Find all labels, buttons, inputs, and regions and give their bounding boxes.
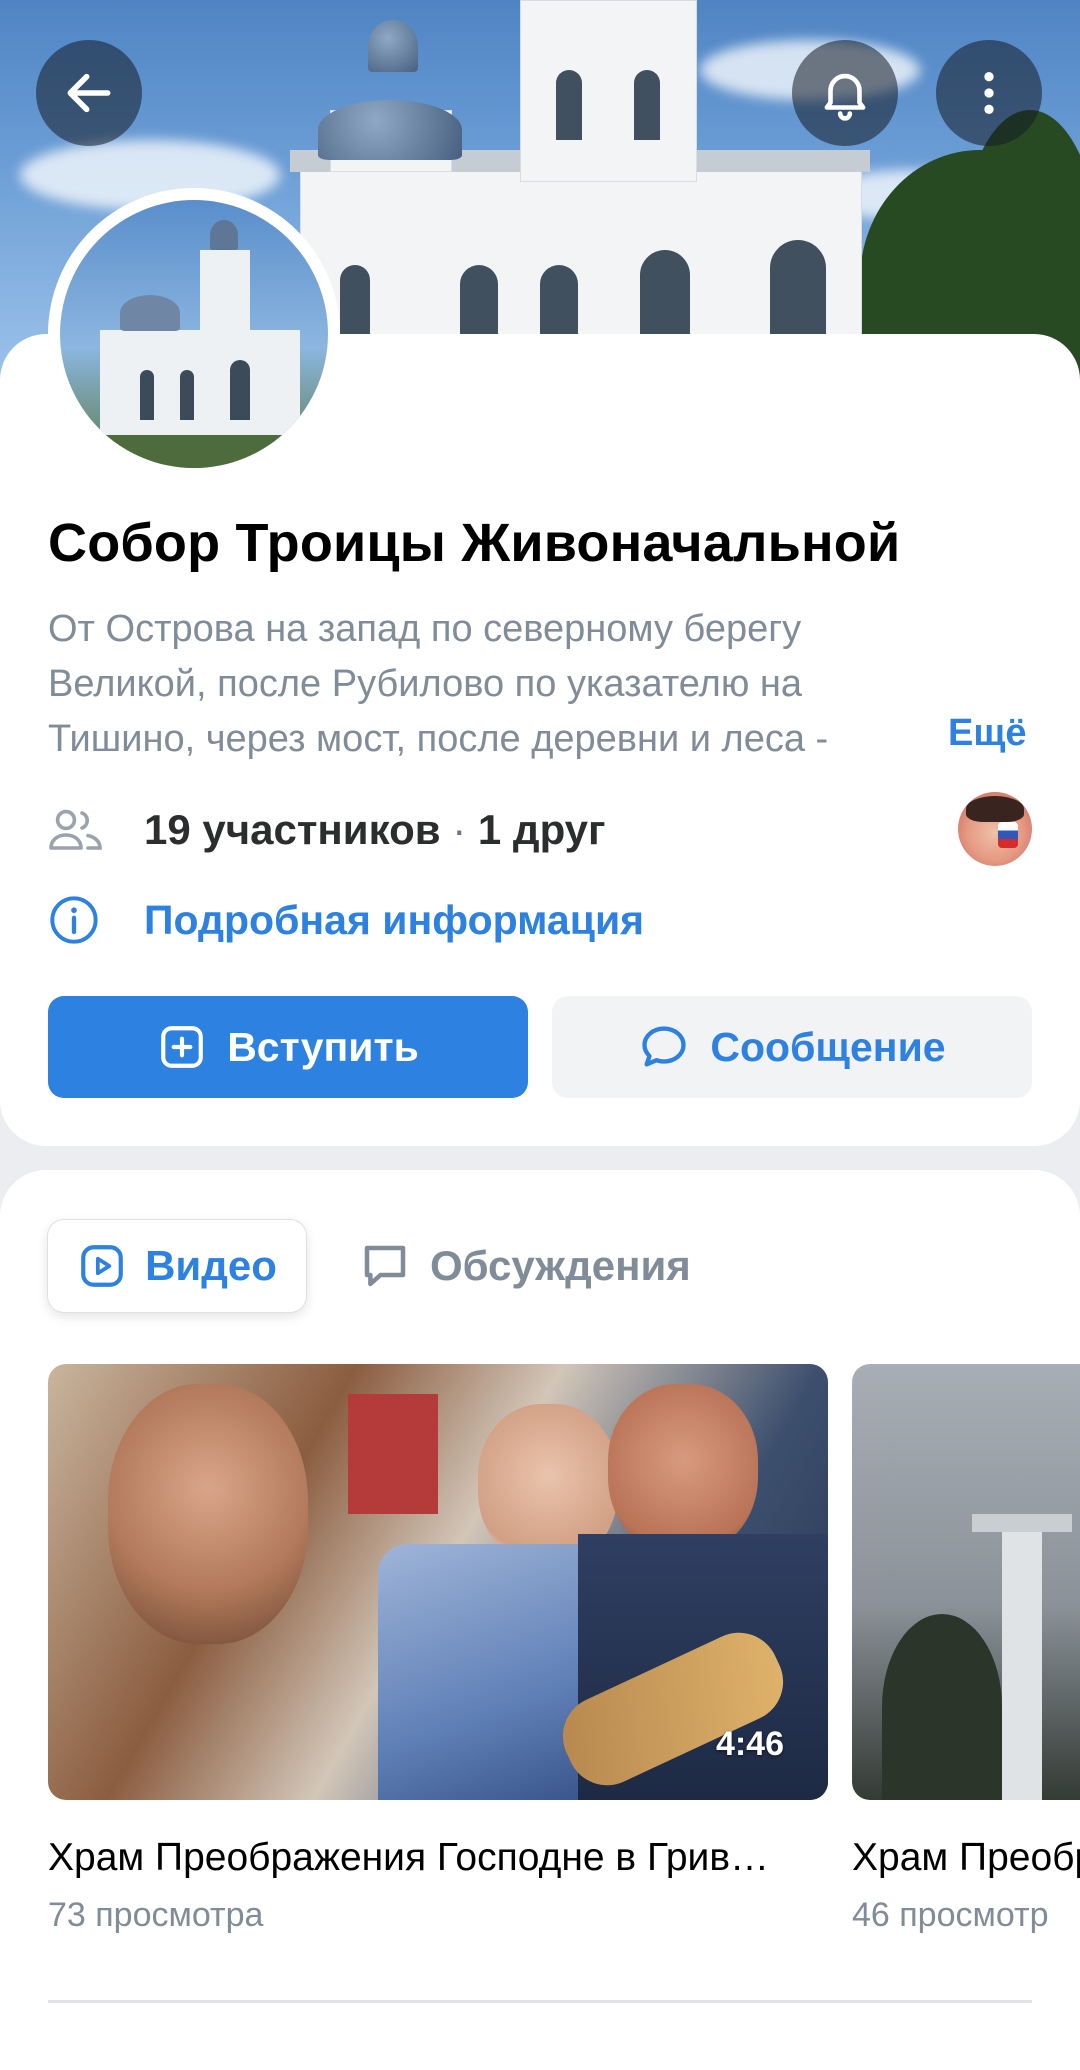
details-link[interactable]: Подробная информация	[144, 897, 644, 944]
community-description: От Острова на запад по северному берегу …	[48, 608, 829, 760]
message-button[interactable]: Сообщение	[552, 996, 1032, 1098]
message-button-label: Сообщение	[710, 1023, 946, 1070]
video-views: 46 просмотр	[852, 1896, 1049, 1934]
friends-count: 1 друг	[477, 806, 606, 853]
members-count: 19 участников	[144, 806, 441, 853]
chat-bubble-icon	[364, 1245, 406, 1287]
more-options-button[interactable]	[936, 40, 1042, 146]
community-avatar[interactable]	[48, 188, 340, 480]
more-vertical-icon	[984, 72, 994, 114]
tab-discussions-label: Обсуждения	[430, 1242, 691, 1289]
join-button[interactable]: Вступить	[48, 996, 528, 1098]
members-row[interactable]: 19 участников · 1 друг	[48, 800, 606, 860]
video-duration: 4:46	[715, 1725, 784, 1763]
video-title[interactable]: Храм Преображения Господне в Грив…	[48, 1836, 834, 1880]
video-views: 73 просмотра	[48, 1896, 264, 1934]
details-row[interactable]: Подробная информация	[48, 890, 644, 950]
members-info: 19 участников · 1 друг	[144, 806, 606, 854]
friend-avatar[interactable]	[958, 792, 1032, 866]
back-button[interactable]	[36, 40, 142, 146]
users-icon	[49, 809, 102, 850]
tab-discussions[interactable]: Обсуждения	[358, 1220, 691, 1312]
notifications-button[interactable]	[792, 40, 898, 146]
video-thumbnail[interactable]	[852, 1364, 1080, 1800]
members-separator: ·	[440, 806, 478, 853]
video-thumbnail[interactable]: 4:46	[48, 1364, 828, 1800]
back-arrow-icon	[67, 73, 111, 113]
plus-square-icon	[161, 1026, 204, 1068]
tab-video-label: Видео	[145, 1242, 277, 1289]
video-title[interactable]: Храм Преобр	[852, 1836, 1080, 1880]
message-bubble-icon	[642, 1026, 687, 1067]
join-button-label: Вступить	[227, 1023, 419, 1070]
bell-icon	[824, 73, 866, 121]
tab-video[interactable]: Видео	[48, 1220, 306, 1312]
info-icon	[50, 896, 98, 944]
community-title: Собор Троицы Живоначальной	[48, 513, 901, 573]
description-more-link[interactable]: Ещё	[932, 712, 1027, 755]
play-square-icon	[81, 1245, 123, 1287]
